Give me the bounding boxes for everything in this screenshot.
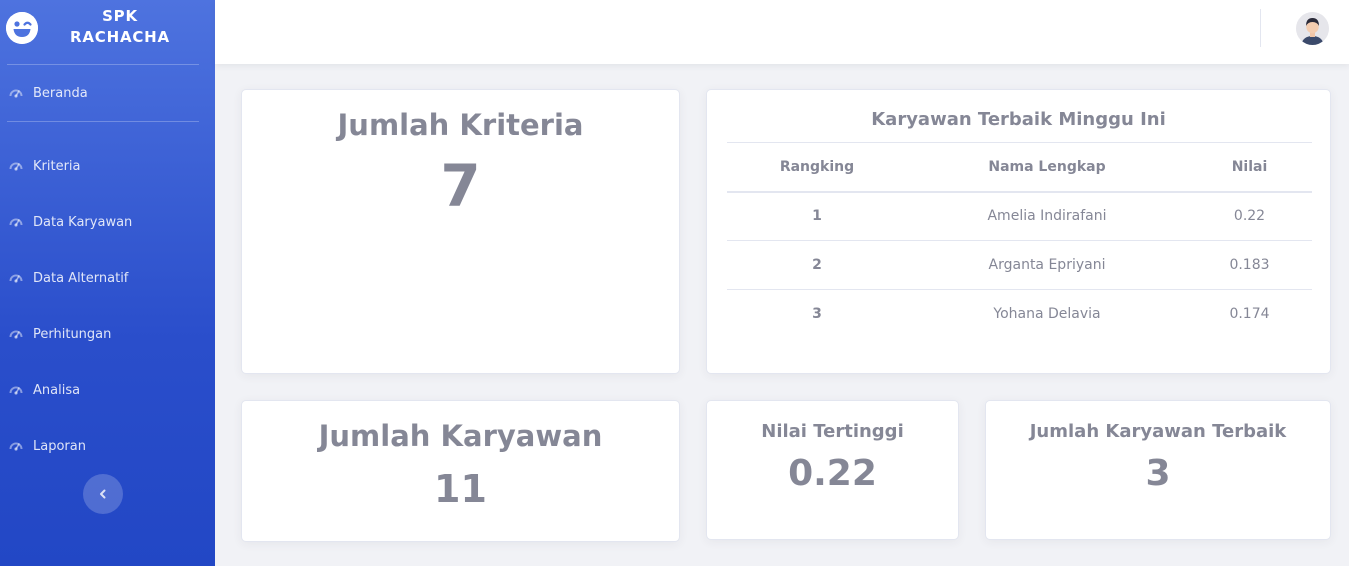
chevron-left-icon: [97, 488, 109, 500]
card-title: Jumlah Karyawan: [318, 419, 603, 453]
sidebar: SPK RACHACHA Beranda Kriteria Data Karya…: [0, 0, 215, 566]
tachometer-icon: [8, 85, 24, 101]
sidebar-item-label: Laporan: [33, 438, 86, 454]
card-value: 0.22: [788, 453, 877, 494]
sidebar-divider: [7, 64, 199, 65]
table-row: 3 Yohana Delavia 0.174: [727, 290, 1312, 339]
brand-line1: SPK: [102, 7, 138, 25]
sidebar-toggle-button[interactable]: [83, 474, 123, 514]
sidebar-item-data-alternatif[interactable]: Data Alternatif: [0, 262, 215, 294]
cell-name: Amelia Indirafani: [907, 191, 1187, 241]
ranking-table: Rangking Nama Lengkap Nilai 1 Amelia Ind…: [727, 142, 1312, 339]
card-nilai-tertinggi: Nilai Tertinggi 0.22: [706, 400, 959, 540]
card-value: 3: [1145, 453, 1171, 494]
column-header-nilai: Nilai: [1187, 142, 1312, 193]
laugh-wink-icon: [6, 12, 38, 44]
sidebar-item-label: Perhitungan: [33, 326, 112, 342]
sidebar-item-analisa[interactable]: Analisa: [0, 374, 215, 406]
sidebar-item-perhitungan[interactable]: Perhitungan: [0, 318, 215, 350]
cell-rank: 3: [812, 306, 822, 323]
card-jumlah-karyawan-terbaik: Jumlah Karyawan Terbaik 3: [985, 400, 1331, 540]
card-jumlah-kriteria: Jumlah Kriteria 7: [241, 89, 680, 374]
user-avatar-icon[interactable]: [1296, 12, 1329, 45]
cell-value: 0.22: [1187, 191, 1312, 241]
card-title: Nilai Tertinggi: [761, 421, 904, 442]
brand[interactable]: SPK RACHACHA: [0, 0, 215, 64]
sidebar-item-label: Analisa: [33, 382, 81, 398]
sidebar-item-label: Beranda: [33, 85, 88, 101]
cell-name: Yohana Delavia: [993, 306, 1101, 323]
card-value: 7: [440, 152, 481, 220]
sidebar-item-beranda[interactable]: Beranda: [0, 77, 215, 109]
table-row: 2 Arganta Epriyani 0.183: [727, 240, 1312, 290]
brand-title: SPK RACHACHA: [50, 6, 190, 48]
tachometer-icon: [8, 382, 24, 398]
cell-name: Arganta Epriyani: [907, 240, 1187, 290]
tachometer-icon: [8, 270, 24, 286]
topbar: [215, 0, 1349, 64]
cell-value: 0.174: [1229, 306, 1270, 323]
table-header-row: Rangking Nama Lengkap Nilai: [727, 142, 1312, 193]
tachometer-icon: [8, 326, 24, 342]
sidebar-item-label: Data Karyawan: [33, 214, 133, 230]
cell-rank: 1: [727, 191, 907, 241]
column-header-rangking: Rangking: [727, 142, 907, 193]
card-title: Jumlah Karyawan Terbaik: [1029, 421, 1287, 442]
card-jumlah-karyawan: Jumlah Karyawan 11: [241, 400, 680, 542]
tachometer-icon: [8, 158, 24, 174]
card-karyawan-terbaik: Karyawan Terbaik Minggu Ini Rangking Nam…: [706, 89, 1331, 374]
tachometer-icon: [8, 214, 24, 230]
sidebar-item-label: Kriteria: [33, 158, 81, 174]
column-header-nama: Nama Lengkap: [907, 142, 1187, 193]
cell-value: 0.183: [1187, 240, 1312, 290]
card-title: Jumlah Kriteria: [337, 108, 584, 142]
table-row: 1 Amelia Indirafani 0.22: [727, 191, 1312, 241]
tachometer-icon: [8, 438, 24, 454]
sidebar-item-kriteria[interactable]: Kriteria: [0, 150, 215, 182]
sidebar-item-laporan[interactable]: Laporan: [0, 430, 215, 462]
card-value: 11: [434, 467, 487, 511]
topbar-divider: [1260, 9, 1261, 47]
card-title: Karyawan Terbaik Minggu Ini: [871, 109, 1166, 130]
sidebar-divider: [7, 121, 199, 122]
sidebar-item-data-karyawan[interactable]: Data Karyawan: [0, 206, 215, 238]
sidebar-item-label: Data Alternatif: [33, 270, 129, 286]
brand-line2: RACHACHA: [70, 28, 170, 46]
cell-rank: 2: [727, 240, 907, 290]
